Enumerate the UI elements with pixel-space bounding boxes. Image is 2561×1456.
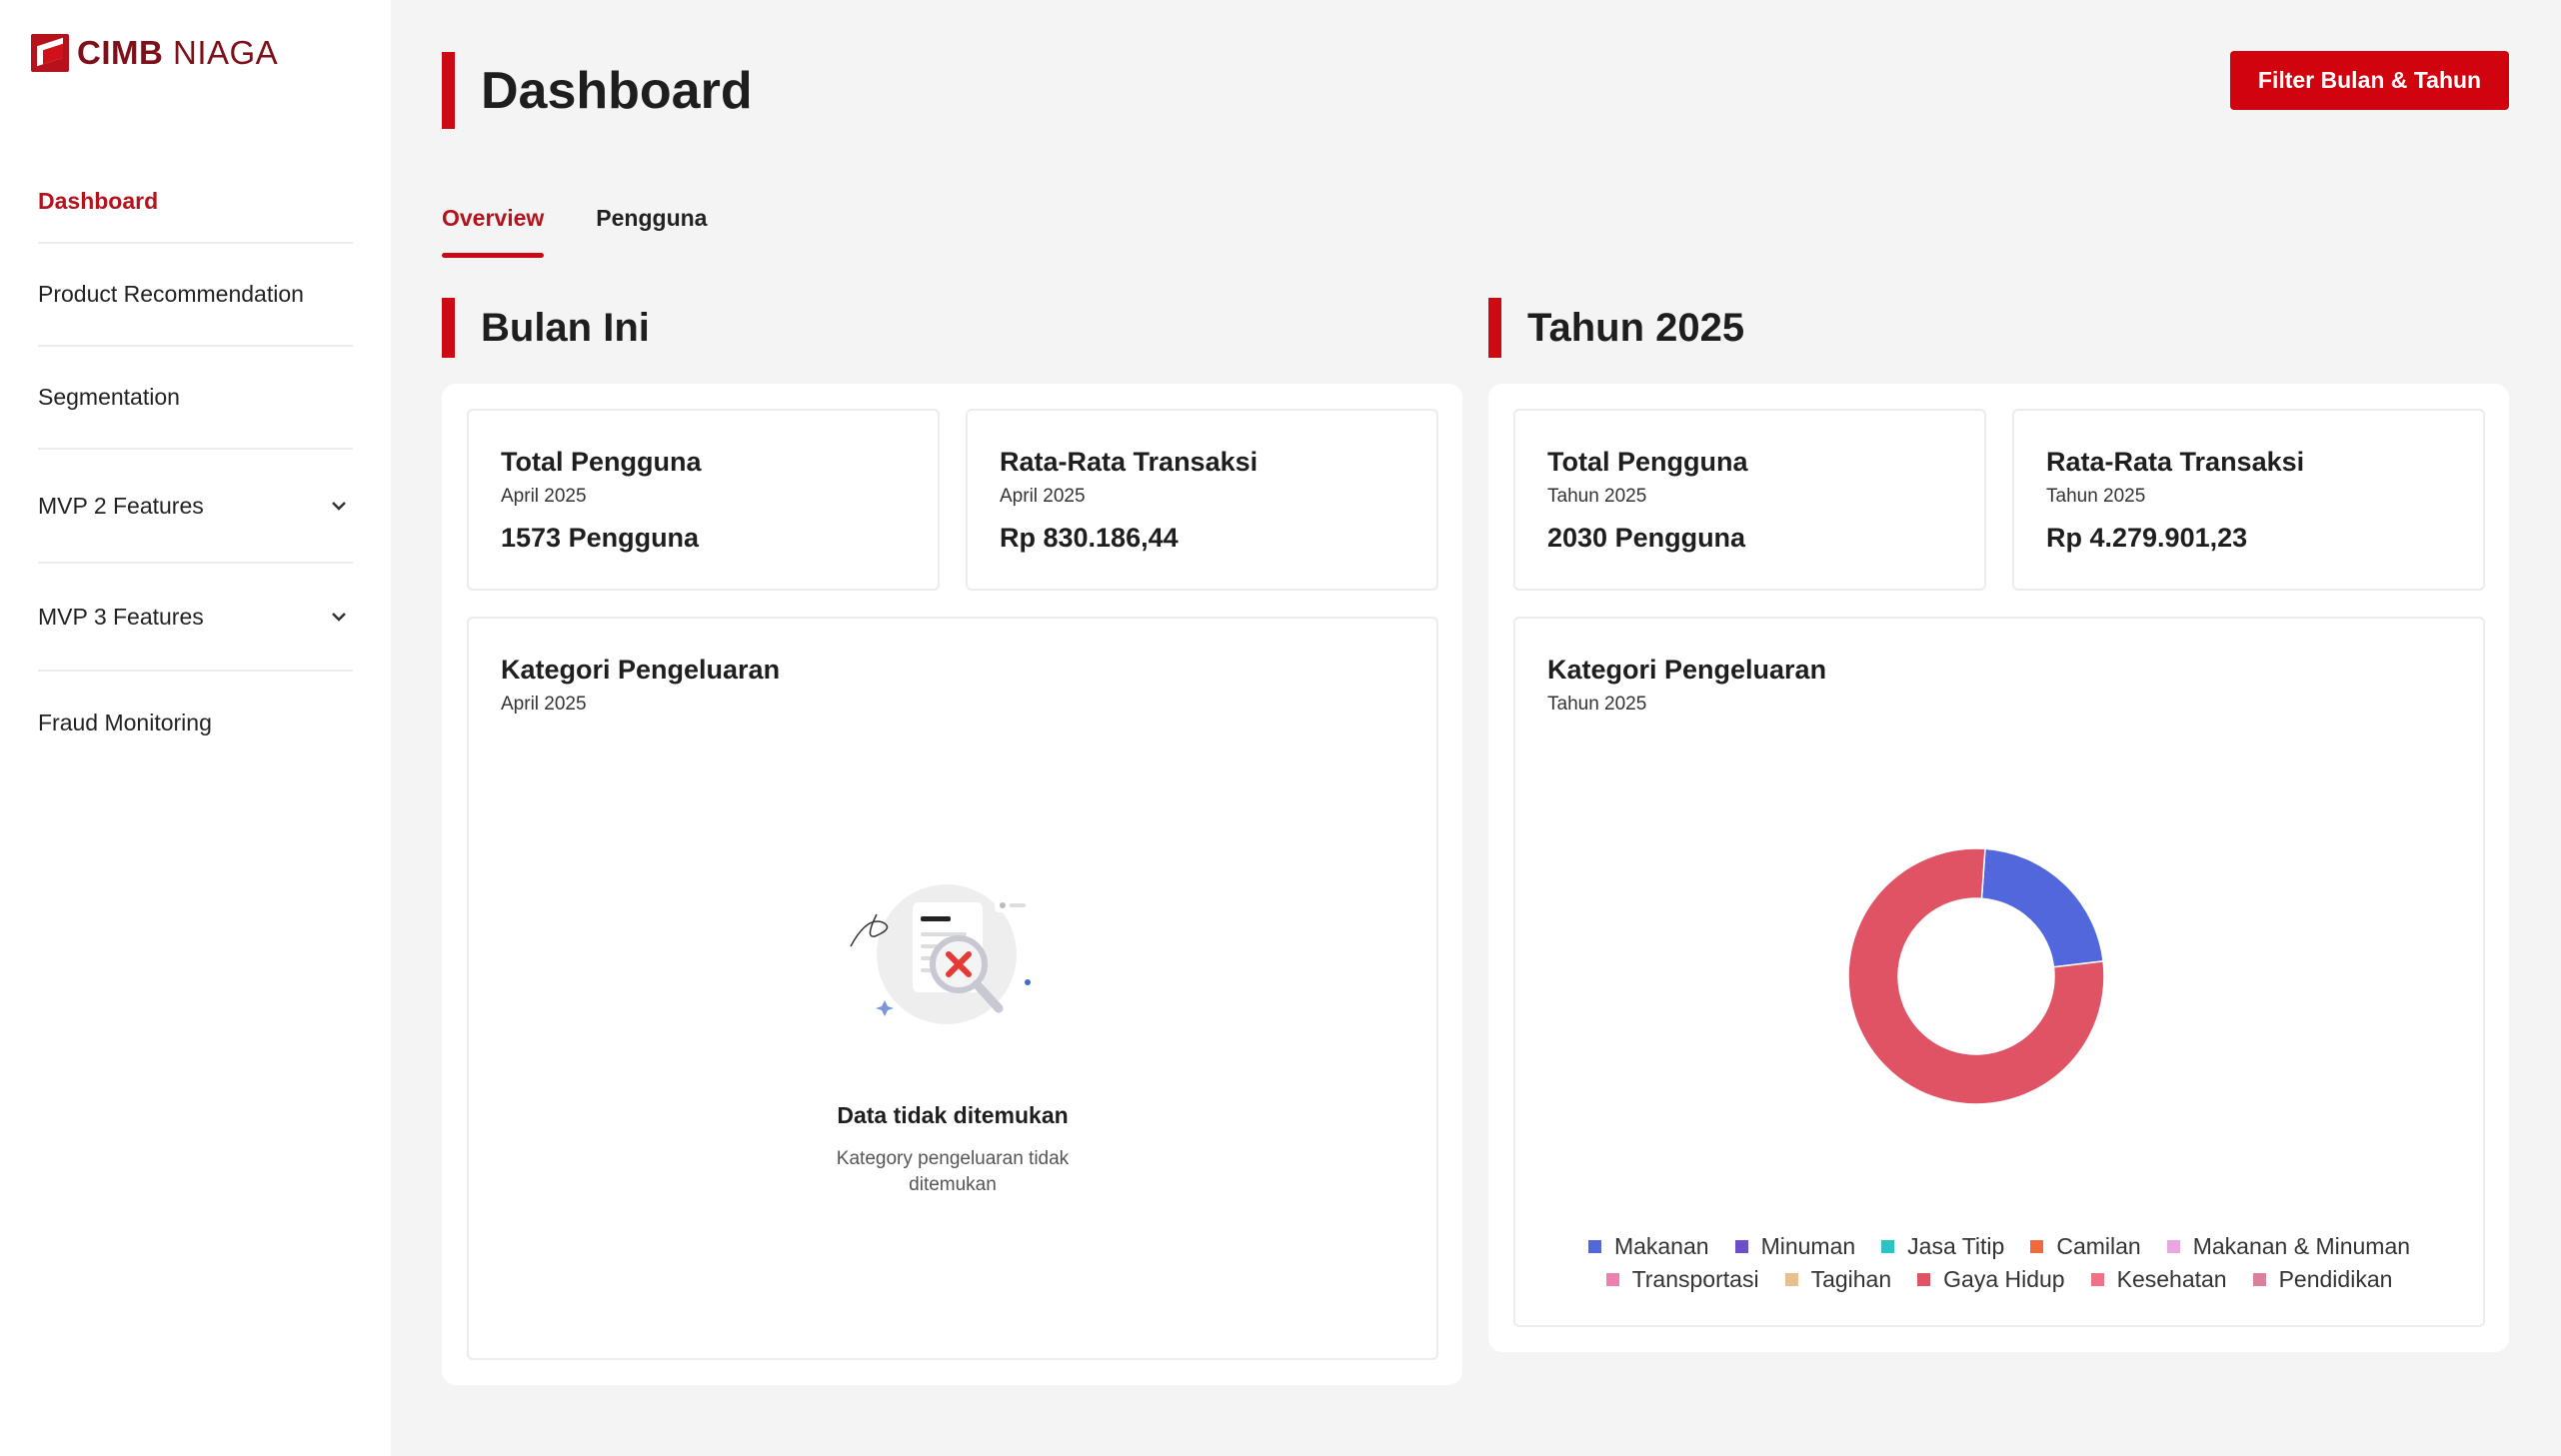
sidebar-item-label: MVP 3 Features: [38, 603, 204, 630]
card-period: April 2025: [501, 694, 587, 715]
card-period: Tahun 2025: [1547, 694, 1647, 715]
sidebar-item-label: MVP 2 Features: [38, 492, 204, 519]
legend-label: Gaya Hidup: [1943, 1266, 2065, 1292]
legend-swatch: [1587, 1240, 1601, 1253]
section-accent-bar: [442, 298, 455, 358]
section-title: Bulan Ini: [481, 305, 650, 350]
sidebar-item-product-recommendation[interactable]: Product Recommendation: [38, 244, 353, 347]
section-month-header: Bulan Ini: [442, 298, 650, 358]
sidebar-item-label: Product Recommendation: [38, 281, 304, 307]
legend-swatch: [1881, 1240, 1895, 1253]
title-accent-bar: [442, 52, 455, 129]
section-year-header: Tahun 2025: [1488, 298, 1744, 358]
card-title: Rata-Rata Transaksi: [1000, 447, 1259, 477]
card-title: Kategori Pengeluaran: [1547, 655, 1827, 685]
legend-swatch: [1605, 1273, 1619, 1286]
legend-swatch: [2090, 1273, 2104, 1286]
legend-item[interactable]: Pendidikan: [2252, 1263, 2393, 1296]
legend-item[interactable]: Tagihan: [1784, 1263, 1892, 1296]
chevron-down-icon[interactable]: [325, 603, 353, 631]
card-title: Rata-Rata Transaksi: [2046, 447, 2305, 477]
legend-item[interactable]: Makanan: [1587, 1230, 1709, 1263]
avg-transaction-card: Rata-Rata Transaksi April 2025 Rp 830.18…: [966, 409, 1438, 591]
legend-label: Camilan: [2056, 1233, 2141, 1259]
legend-item[interactable]: Kesehatan: [2090, 1263, 2227, 1296]
sidebar-nav: Dashboard Product Recommendation Segment…: [38, 160, 353, 774]
total-users-card: Total Pengguna April 2025 1573 Pengguna: [467, 409, 940, 591]
total-users-card: Total Pengguna Tahun 2025 2030 Pengguna: [1513, 409, 1986, 591]
chart-legend: Makanan Minuman Jasa Titip Camilan Makanan &…: [1515, 1230, 2483, 1296]
category-donut-chart[interactable]: [1846, 846, 2106, 1106]
sidebar-item-label: Fraud Monitoring: [38, 710, 212, 735]
section-accent-bar: [1488, 298, 1501, 358]
sidebar-item-segmentation[interactable]: Segmentation: [38, 347, 353, 450]
card-title: Total Pengguna: [501, 447, 702, 477]
sidebar: CIMB NIAGA Dashboard Product Recommendat…: [0, 0, 391, 1456]
card-title: Total Pengguna: [1547, 447, 1748, 477]
legend-label: Minuman: [1760, 1233, 1856, 1259]
legend-item[interactable]: Gaya Hidup: [1917, 1263, 2065, 1296]
sidebar-item-label: Segmentation: [38, 384, 180, 410]
legend-label: Pendidikan: [2278, 1266, 2393, 1292]
card-title: Kategori Pengeluaran: [501, 655, 781, 685]
card-value: 2030 Pengguna: [1547, 523, 1746, 553]
legend-label: Jasa Titip: [1907, 1233, 2005, 1259]
legend-swatch: [1734, 1240, 1748, 1253]
page-title: Dashboard: [481, 61, 753, 120]
year-panel: Total Pengguna Tahun 2025 2030 Pengguna …: [1488, 384, 2509, 1352]
sidebar-item-fraud-monitoring[interactable]: Fraud Monitoring: [38, 672, 353, 774]
legend-label: Tagihan: [1810, 1266, 1892, 1292]
month-panel: Total Pengguna April 2025 1573 Pengguna …: [442, 384, 1462, 1385]
brand-name: CIMB NIAGA: [77, 34, 279, 71]
legend-item[interactable]: Transportasi: [1605, 1263, 1759, 1296]
section-title: Tahun 2025: [1527, 305, 1745, 350]
card-value: 1573 Pengguna: [501, 523, 700, 553]
sidebar-item-mvp3[interactable]: MVP 3 Features: [38, 564, 353, 672]
donut-slice-makanan[interactable]: [1980, 847, 2104, 968]
legend-swatch: [2030, 1240, 2044, 1253]
legend-swatch: [1917, 1273, 1931, 1286]
filter-month-year-button[interactable]: Filter Bulan & Tahun: [2230, 51, 2509, 110]
empty-state-title: Data tidak ditemukan: [837, 1102, 1069, 1128]
legend-row: Transportasi Tagihan Gaya Hidup Kesehatan Pe…: [1515, 1263, 2483, 1296]
sidebar-item-label: Dashboard: [38, 187, 159, 214]
category-chart-card: Kategori Pengeluaran Tahun 2025 Makanan M…: [1513, 617, 2485, 1327]
cimb-logo-icon: [31, 34, 69, 72]
page-header: Dashboard: [442, 52, 753, 129]
legend-label: Transportasi: [1631, 1266, 1759, 1292]
card-value: Rp 4.279.901,23: [2046, 523, 2248, 553]
tab-bar: Overview Pengguna: [442, 205, 759, 258]
legend-swatch: [1784, 1273, 1798, 1286]
no-data-illustration-icon: [850, 884, 1033, 1024]
legend-row: Makanan Minuman Jasa Titip Camilan Makanan &…: [1515, 1230, 2483, 1263]
legend-label: Kesehatan: [2116, 1266, 2227, 1292]
chevron-down-icon[interactable]: [325, 492, 353, 520]
legend-item[interactable]: Makanan & Minuman: [2166, 1230, 2411, 1263]
legend-swatch: [2166, 1240, 2180, 1253]
legend-label: Makanan: [1613, 1233, 1709, 1259]
tab-pengguna[interactable]: Pengguna: [596, 205, 707, 258]
card-period: April 2025: [1000, 486, 1086, 507]
card-period: Tahun 2025: [1547, 486, 1647, 507]
legend-label: Makanan & Minuman: [2192, 1233, 2411, 1259]
legend-item[interactable]: Minuman: [1734, 1230, 1856, 1263]
card-value: Rp 830.186,44: [1000, 523, 1179, 553]
legend-item[interactable]: Jasa Titip: [1881, 1230, 2004, 1263]
sidebar-item-dashboard[interactable]: Dashboard: [38, 160, 353, 244]
legend-swatch: [2252, 1273, 2266, 1286]
card-period: April 2025: [501, 486, 587, 507]
card-period: Tahun 2025: [2046, 486, 2146, 507]
legend-item[interactable]: Camilan: [2030, 1230, 2141, 1263]
empty-state-description: Kategory pengeluaran tidak ditemukan: [836, 1148, 1070, 1195]
tab-overview[interactable]: Overview: [442, 205, 545, 258]
sidebar-item-mvp2[interactable]: MVP 2 Features: [38, 450, 353, 564]
brand-logo[interactable]: CIMB NIAGA: [31, 34, 278, 72]
category-card: Kategori Pengeluaran April 2025 Data tid…: [467, 617, 1438, 1360]
avg-transaction-card: Rata-Rata Transaksi Tahun 2025 Rp 4.279.…: [2012, 409, 2485, 591]
